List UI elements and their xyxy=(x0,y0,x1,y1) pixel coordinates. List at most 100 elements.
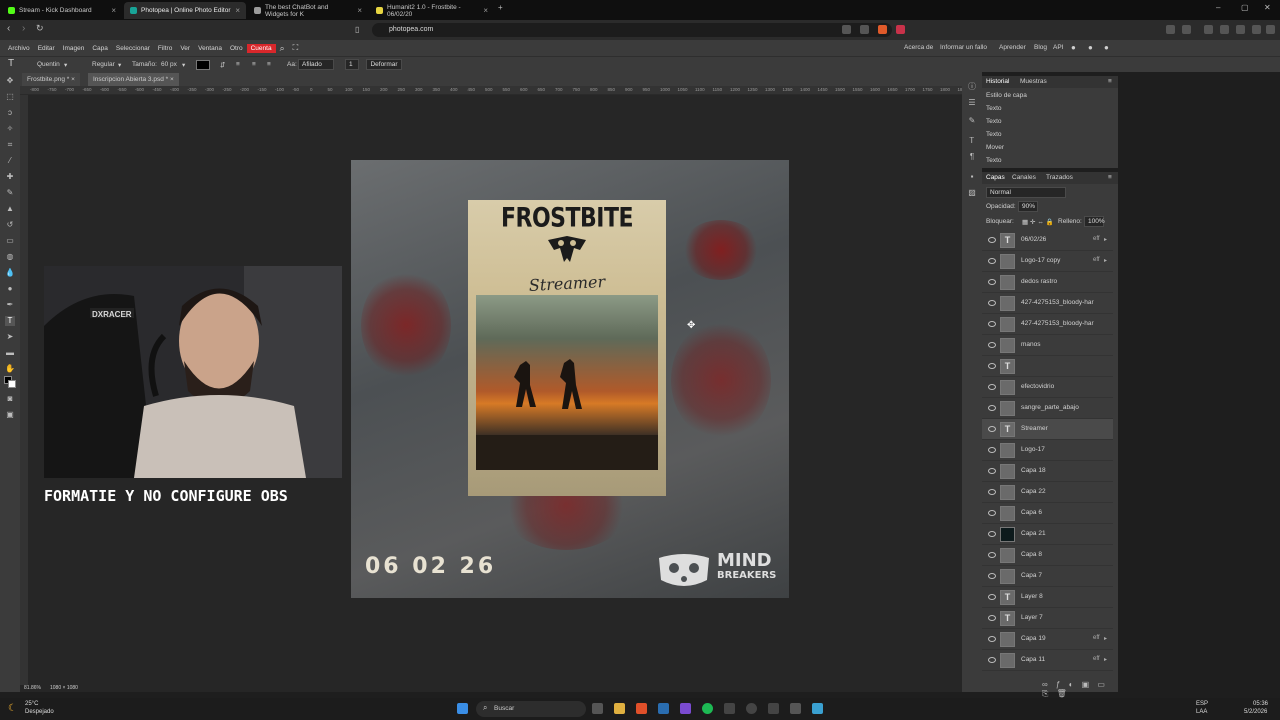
layer-row[interactable]: T Streamer xyxy=(982,419,1113,440)
extension-icon[interactable] xyxy=(1220,25,1229,34)
history-item[interactable]: Estilo de capa xyxy=(986,92,1027,99)
css-panel-icon[interactable]: ▪ xyxy=(967,172,977,182)
properties-panel-icon[interactable]: ☰ xyxy=(967,98,977,108)
tab-muestras[interactable]: Muestras xyxy=(1020,78,1047,85)
menu-ver[interactable]: Ver xyxy=(176,45,194,52)
browser-tab-humanit[interactable]: Humanit2 1.0 - Frostbite - 06/02/20 × xyxy=(370,2,494,19)
text-orientation-icon[interactable]: ⇵ xyxy=(220,61,225,69)
menu-api[interactable]: API xyxy=(1053,44,1063,51)
layer-row[interactable]: Logo-17 xyxy=(982,440,1113,461)
history-item[interactable]: Texto xyxy=(986,105,1002,112)
stamp-tool-icon[interactable]: ▲ xyxy=(5,204,15,214)
layer-row[interactable]: T Layer 8 xyxy=(982,587,1113,608)
font-family-arrow-icon[interactable]: ▾ xyxy=(64,61,67,69)
visibility-eye-icon[interactable] xyxy=(988,594,996,600)
start-icon[interactable] xyxy=(457,703,468,714)
lock-icons[interactable]: ▦ ✛ ⇔ 🔒 xyxy=(1022,218,1054,226)
visibility-eye-icon[interactable] xyxy=(988,531,996,537)
font-family-select[interactable]: Quentin xyxy=(37,61,60,68)
taskbar-search[interactable]: ⌕ Buscar xyxy=(476,701,586,717)
layer-name[interactable]: Capa 7 xyxy=(1021,572,1042,579)
crop-tool-icon[interactable]: ⌗ xyxy=(5,140,15,150)
maximize-icon[interactable]: ▢ xyxy=(1241,3,1249,12)
layer-name[interactable]: Capa 21 xyxy=(1021,530,1046,537)
info-panel-icon[interactable]: ⓘ xyxy=(967,82,977,92)
brush-tool-icon[interactable]: ✎ xyxy=(5,188,15,198)
visibility-eye-icon[interactable] xyxy=(988,405,996,411)
layer-name[interactable]: sangre_parte_abajo xyxy=(1021,404,1079,411)
facebook-icon[interactable]: ● xyxy=(1104,43,1109,52)
blend-mode-select[interactable]: Normal xyxy=(986,187,1066,198)
menu-blog[interactable]: Blog xyxy=(1034,44,1047,51)
layer-name[interactable]: Streamer xyxy=(1021,425,1048,432)
antialias-select[interactable]: Afilado xyxy=(298,59,334,70)
brush-panel-icon[interactable]: ✎ xyxy=(967,116,977,126)
brave-browser-icon[interactable] xyxy=(636,703,647,714)
visibility-eye-icon[interactable] xyxy=(988,489,996,495)
layer-name[interactable]: Layer 8 xyxy=(1021,593,1043,600)
close-window-icon[interactable]: ✕ xyxy=(1264,3,1271,12)
magic-wand-tool-icon[interactable]: ✧ xyxy=(5,124,15,134)
screen-mode-icon[interactable]: ▣ xyxy=(5,410,15,420)
obs-icon[interactable] xyxy=(746,703,757,714)
keyboard-layout[interactable]: LAA xyxy=(1196,709,1207,715)
layer-effects-badge[interactable]: eff xyxy=(1093,656,1100,662)
minimize-icon[interactable]: – xyxy=(1216,3,1220,12)
menu-ventana[interactable]: Ventana xyxy=(194,45,226,52)
shape-tool-icon[interactable]: ▬ xyxy=(5,348,15,358)
fill-tool-icon[interactable]: ◍ xyxy=(5,252,15,262)
fill-input[interactable]: 100% xyxy=(1084,216,1105,227)
task-view-icon[interactable] xyxy=(592,703,603,714)
layer-row[interactable]: sangre_parte_abajo xyxy=(982,398,1113,419)
reload-icon[interactable]: ↻ xyxy=(36,23,44,34)
share-icon[interactable] xyxy=(860,25,869,34)
history-item[interactable]: Texto xyxy=(986,118,1002,125)
expand-effects-icon[interactable]: ▸ xyxy=(1104,656,1107,663)
layer-row[interactable]: T 06/02/26 eff ▸ xyxy=(982,230,1113,251)
search-icon[interactable]: ⌕ xyxy=(276,43,289,54)
paragraph-panel-icon[interactable]: ¶ xyxy=(967,152,977,162)
layer-name[interactable]: Capa 22 xyxy=(1021,488,1046,495)
hand-tool-icon[interactable]: ✋ xyxy=(5,364,15,374)
app-icon[interactable] xyxy=(724,703,735,714)
tab-canales[interactable]: Canales xyxy=(1012,174,1036,181)
sidebar-icon[interactable] xyxy=(1204,25,1213,34)
deformar-button[interactable]: Deformar xyxy=(366,59,402,70)
close-tab-icon[interactable]: × xyxy=(357,6,362,15)
history-item[interactable]: Texto xyxy=(986,131,1002,138)
notepad-icon[interactable] xyxy=(812,703,823,714)
font-style-select[interactable]: Regular xyxy=(92,61,115,68)
layer-name[interactable]: 427-4275153_bloody-har xyxy=(1021,320,1094,327)
layer-row[interactable]: dedos rastro xyxy=(982,272,1113,293)
visibility-eye-icon[interactable] xyxy=(988,321,996,327)
layer-row[interactable]: Capa 7 xyxy=(982,566,1113,587)
size-input[interactable]: 60 px xyxy=(161,61,177,68)
layer-name[interactable]: 06/02/26 xyxy=(1021,236,1046,243)
spacing-select[interactable]: 1 ▾ xyxy=(345,59,359,78)
visibility-eye-icon[interactable] xyxy=(988,510,996,516)
app-icon[interactable] xyxy=(768,703,779,714)
layer-name[interactable]: Logo-17 xyxy=(1021,446,1045,453)
browser-tab-chatbot[interactable]: The best ChatBot and Widgets for K × xyxy=(248,2,368,19)
expand-effects-icon[interactable]: ▸ xyxy=(1104,257,1107,264)
visibility-eye-icon[interactable] xyxy=(988,300,996,306)
character-panel-icon[interactable]: Ꭲ xyxy=(967,136,977,146)
layer-row[interactable]: Capa 21 xyxy=(982,524,1113,545)
url-field[interactable]: photopea.com xyxy=(372,23,892,37)
layer-name[interactable]: dedos rastro xyxy=(1021,278,1057,285)
menu-acerca-de[interactable]: Acerca de xyxy=(904,44,933,51)
layer-row[interactable]: Logo-17 copy eff ▸ xyxy=(982,251,1113,272)
layer-row[interactable]: Capa 19 eff ▸ xyxy=(982,629,1113,650)
menu-seleccionar[interactable]: Seleccionar xyxy=(112,45,154,52)
menu-icon[interactable] xyxy=(1266,25,1275,34)
visibility-eye-icon[interactable] xyxy=(988,237,996,243)
visibility-eye-icon[interactable] xyxy=(988,426,996,432)
settings-icon[interactable] xyxy=(790,703,801,714)
extension-icon[interactable] xyxy=(1166,25,1175,34)
size-arrow-icon[interactable]: ▾ xyxy=(182,61,185,69)
close-tab-icon[interactable]: × xyxy=(235,6,240,15)
background-color-swatch[interactable] xyxy=(8,380,16,388)
doc-tab-inscripcion[interactable]: Inscripcion Abierta 3.psd * × xyxy=(88,73,179,86)
visibility-eye-icon[interactable] xyxy=(988,552,996,558)
layer-name[interactable]: Layer 7 xyxy=(1021,614,1043,621)
